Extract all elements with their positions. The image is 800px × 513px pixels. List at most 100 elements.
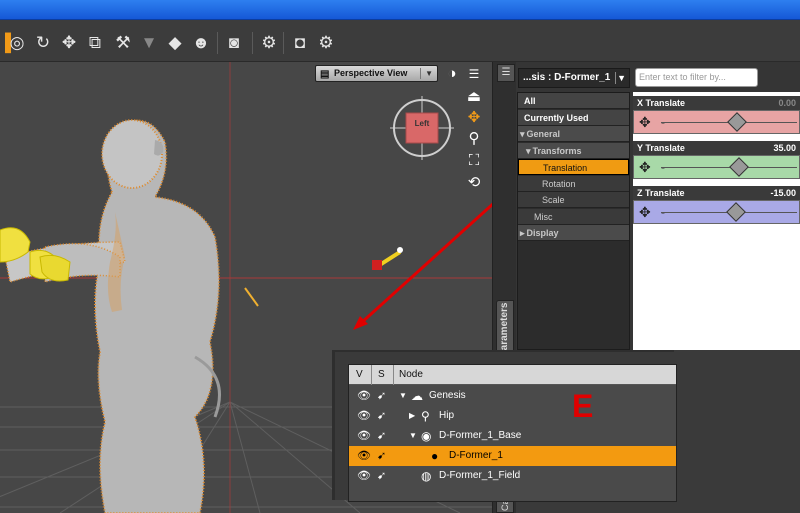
slider-knob[interactable] <box>726 202 747 222</box>
bone-icon: ⚲ <box>421 409 430 423</box>
geometry-tool-icon[interactable]: ▼ <box>138 32 160 54</box>
tree-expander-icon[interactable]: ▼ <box>399 386 407 406</box>
tree-item-label: Rotation <box>542 178 576 189</box>
view-cube[interactable] <box>390 96 454 160</box>
dropdown-divider <box>420 68 421 79</box>
scene-row-d-former_1[interactable]: 👁 ➹ ● D-Former_1 <box>349 446 676 466</box>
scene-row-d-former_1_base[interactable]: 👁 ➹ ▼ ◉ D-Former_1_Base <box>349 426 676 446</box>
column-divider <box>393 365 394 385</box>
slider-value[interactable]: -15.00 <box>770 186 796 200</box>
tree-expander-icon[interactable]: ▶ <box>409 406 415 426</box>
rotate-tool-icon[interactable]: ↻ <box>32 32 54 54</box>
tree-item-label: Currently Used <box>524 112 589 123</box>
visibility-eye-icon[interactable]: 👁 <box>357 426 371 446</box>
slider-x-translate: X Translate 0.00✥- <box>633 96 800 136</box>
slider-label-text: Z Translate <box>637 188 685 198</box>
column-visible[interactable]: V <box>356 369 363 380</box>
universal-tool-icon[interactable]: ◎ <box>6 32 28 54</box>
slider-label-text: X Translate <box>637 98 686 108</box>
window-title-bar <box>0 0 800 20</box>
selectable-pointer-icon[interactable]: ➹ <box>377 446 386 466</box>
camera-icon[interactable]: ◘ <box>289 32 311 54</box>
node-select-dropdown[interactable]: ...sis : D-Former_1 ▼ <box>518 68 630 88</box>
figure-mesh[interactable] <box>0 119 221 513</box>
slider-label: Y Translate 35.00 <box>633 141 800 155</box>
tree-item-display[interactable]: ▸ Display <box>518 225 629 241</box>
slider-label-text: Y Translate <box>637 143 685 153</box>
scene-row-hip[interactable]: 👁 ➹ ▶ ⚲ Hip <box>349 406 676 426</box>
zoom-icon[interactable]: ⚲ <box>464 130 484 148</box>
joint-editor-icon[interactable]: ⚒ <box>112 32 134 54</box>
tree-item-label: General <box>526 129 561 139</box>
move-handle-icon[interactable]: ✥ <box>639 159 651 175</box>
visibility-eye-icon[interactable]: 👁 <box>357 406 371 426</box>
tree-expander-icon[interactable]: ▼ <box>409 426 417 446</box>
draw-style-icon[interactable]: ◑ <box>442 65 462 83</box>
scale-tool-icon[interactable]: ⧉ <box>84 32 106 54</box>
visibility-eye-icon[interactable]: 👁 <box>357 446 371 466</box>
tree-item-all[interactable]: All <box>518 93 629 109</box>
slider-knob[interactable] <box>727 112 747 132</box>
slider-track[interactable]: ✥- <box>633 110 800 134</box>
expand-icon: ▾ <box>526 145 531 156</box>
expand-icon: ▾ <box>520 129 525 139</box>
slider-y-translate: Y Translate 35.00✥- <box>633 141 800 181</box>
scene-pane: V S Node 👁 ➹ ▼ ☁ Genesis 👁 ➹ ▶ ⚲ Hip 👁 ➹ ▼ ◉ D-Former_… <box>332 350 677 502</box>
node-select-value: ...sis : D-Former_1 <box>523 72 611 83</box>
collapse-icon: ▸ <box>520 228 525 238</box>
toolbar-separator <box>252 32 253 54</box>
selectable-pointer-icon[interactable]: ➹ <box>377 386 386 406</box>
frame-icon[interactable]: ⛶ <box>464 152 484 170</box>
view-label: Perspective View <box>334 68 408 78</box>
column-node[interactable]: Node <box>399 369 423 380</box>
move-handle-icon[interactable]: ✥ <box>639 204 651 220</box>
move-handle-icon[interactable]: ✥ <box>639 114 651 130</box>
filter-input[interactable]: Enter text to filter by... <box>635 68 758 87</box>
slider-label: X Translate 0.00 <box>633 96 800 110</box>
tree-item-label: Transforms <box>532 145 582 156</box>
selectable-pointer-icon[interactable]: ➹ <box>377 406 386 426</box>
tree-item-transforms[interactable]: ▾ Transforms <box>518 142 629 159</box>
figure-icon: ☁ <box>411 389 423 403</box>
property-group-tree: All Currently Used ▾ General ▾ Transforms Tran… <box>517 92 630 350</box>
visibility-eye-icon[interactable]: 👁 <box>357 386 371 406</box>
slider-knob[interactable] <box>728 157 749 177</box>
camera-orbit-icon[interactable]: ⏏ <box>464 88 484 106</box>
slider-value[interactable]: 35.00 <box>773 141 796 155</box>
reset-view-icon[interactable]: ⟲ <box>464 174 484 192</box>
slider-z-translate: Z Translate -15.00✥- <box>633 186 800 226</box>
scene-row-d-former_1_field[interactable]: 👁 ➹ ◍ D-Former_1_Field <box>349 466 676 486</box>
dformer-icon: ● <box>431 449 439 463</box>
pan-icon[interactable]: ✥ <box>464 109 484 127</box>
visibility-eye-icon[interactable]: 👁 <box>357 466 371 486</box>
tree-item-general[interactable]: ▾ General <box>518 126 629 142</box>
scene-row-genesis[interactable]: 👁 ➹ ▼ ☁ Genesis <box>349 386 676 406</box>
selectable-pointer-icon[interactable]: ➹ <box>377 466 386 486</box>
tree-item-label: Translation <box>543 163 588 173</box>
property-sliders: X Translate0.00✥-Y Translate35.00✥-Z Tra… <box>633 92 800 350</box>
tree-item-misc[interactable]: Misc <box>518 208 629 225</box>
tree-item-label: Display <box>526 228 559 238</box>
scene-node-label: Hip <box>439 410 455 421</box>
column-selectable[interactable]: S <box>378 369 385 380</box>
slider-value[interactable]: 0.00 <box>778 96 796 110</box>
selectable-pointer-icon[interactable]: ➹ <box>377 426 386 446</box>
spot-render-icon[interactable]: ⚙ <box>315 32 337 54</box>
dformer-manipulator[interactable] <box>372 247 403 270</box>
viewport-menu-icon[interactable]: ☰ <box>464 65 484 83</box>
slider-track[interactable]: ✥- <box>633 200 800 224</box>
surface-selection-icon[interactable]: ◆ <box>164 32 186 54</box>
figure-tool-icon[interactable]: ☻ <box>190 32 212 54</box>
render-settings-icon[interactable]: ⚙ <box>258 32 280 54</box>
tree-item-scale[interactable]: Scale <box>518 192 629 208</box>
tree-item-translation[interactable]: Translation <box>518 159 629 175</box>
tree-item-rotation[interactable]: Rotation <box>518 175 629 192</box>
tree-item-label: All <box>524 96 536 106</box>
translate-tool-icon[interactable]: ✥ <box>58 32 80 54</box>
slider-track[interactable]: ✥- <box>633 155 800 179</box>
panel-menu-icon[interactable]: ☰ <box>497 64 515 82</box>
tree-item-currently-used[interactable]: Currently Used <box>518 109 629 126</box>
perspective-view-dropdown[interactable]: ▤ Perspective View ▼ <box>315 65 438 82</box>
render-camera-icon[interactable]: ◙ <box>223 32 245 54</box>
main-toolbar: ▌ ◎ ↻ ✥ ⧉ ⚒ ▼ ◆ ☻ ◙ ⚙ ◘ ⚙ <box>0 20 800 62</box>
